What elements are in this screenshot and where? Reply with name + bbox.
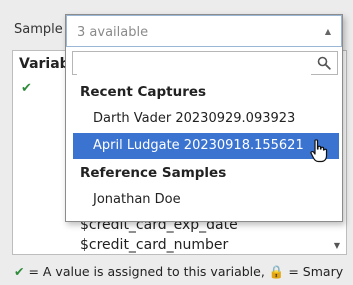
group-recent-captures: Recent Captures	[80, 84, 207, 100]
footer-text: = A value is assigned to this variable,	[24, 264, 269, 279]
group-reference-samples: Reference Samples	[80, 165, 227, 181]
option-jonathan-doe[interactable]: Jonathan Doe	[73, 187, 339, 213]
search-box[interactable]	[72, 51, 338, 75]
checkmark-icon: ✔	[14, 264, 25, 279]
option-darth-vader[interactable]: Darth Vader 20230929.093923	[73, 106, 339, 132]
panel-header: Variab	[19, 56, 70, 72]
search-input[interactable]	[77, 53, 311, 75]
variable-item[interactable]: $credit_card_number	[80, 237, 228, 253]
sample-dropdown[interactable]: 3 available ▲ Recent Captures Darth Vade…	[65, 14, 343, 222]
select-value: 3 available	[77, 25, 149, 40]
sample-select[interactable]: 3 available ▲	[66, 15, 342, 47]
scroll-down-arrow[interactable]: ▼	[334, 241, 340, 250]
caret-up-icon[interactable]: ▲	[325, 27, 331, 36]
hand-cursor-icon	[310, 139, 328, 163]
legend-footer: ✔ = A value is assigned to this variable…	[14, 264, 343, 280]
checkmark-icon: ✔	[21, 81, 32, 96]
option-april-ludgate[interactable]: April Ludgate 20230918.155621	[73, 133, 339, 159]
search-icon	[317, 56, 331, 70]
lock-icon: 🔒	[268, 264, 285, 279]
footer-text: = Smary	[284, 264, 344, 279]
sample-label: Sample	[14, 22, 63, 37]
